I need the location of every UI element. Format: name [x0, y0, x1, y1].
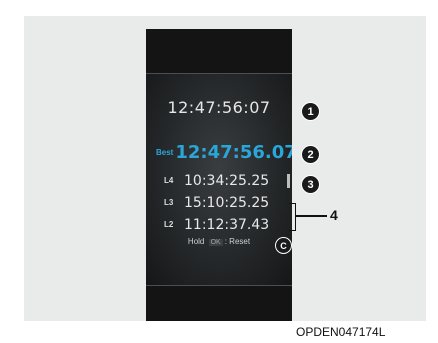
lap-time: 10:34:25.25 — [184, 172, 270, 189]
callout-1: 1 — [302, 103, 319, 120]
lap-time: 15:10:25.25 — [184, 194, 270, 211]
current-time: 12:47:56:07 — [167, 98, 271, 117]
bottom-divider — [146, 285, 292, 286]
callout-2: 2 — [302, 146, 319, 163]
bracket-laps — [289, 203, 296, 231]
figure-code: OPDEN047174L — [296, 325, 386, 339]
lap-list-scrollbar[interactable] — [287, 174, 290, 188]
lap-time: 11:12:37.43 — [184, 216, 270, 233]
lap-label: L3 — [164, 198, 174, 208]
callout-c: C — [276, 238, 291, 253]
best-time: 12:47:56.07 — [175, 142, 292, 163]
lap-label: L4 — [164, 176, 174, 186]
lap-row: L4 10:34:25.25 — [164, 172, 269, 190]
best-lap-row: Best 12:47:56.07 — [156, 142, 292, 163]
reset-text: : Reset — [224, 237, 251, 246]
top-divider — [146, 73, 292, 74]
best-label: Best — [156, 148, 174, 157]
lap-row: L2 11:12:37.43 — [164, 216, 269, 234]
lap-timer-screen: 12:47:56:07 Best 12:47:56.07 L4 10:34:25.2… — [146, 29, 292, 321]
lap-label: L2 — [164, 220, 174, 230]
callout-4: 4 — [330, 207, 338, 223]
callout-3: 3 — [302, 176, 319, 193]
ok-button-icon[interactable]: OK — [208, 239, 223, 246]
reset-hint: Hold OK: Reset — [146, 237, 292, 246]
lap-row: L3 15:10:25.25 — [164, 194, 269, 212]
leader-line — [295, 215, 327, 217]
hold-text: Hold — [187, 237, 205, 246]
